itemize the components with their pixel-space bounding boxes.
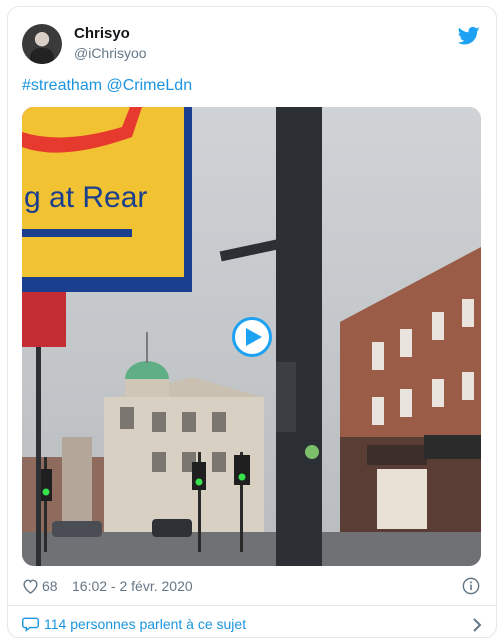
sign-text: g at Rear xyxy=(24,181,147,214)
timestamp-link[interactable]: 16:02 - 2 févr. 2020 xyxy=(72,578,193,594)
conversation-text[interactable]: 114 personnes parlent à ce sujet xyxy=(44,616,246,632)
info-icon[interactable] xyxy=(462,577,480,595)
play-button[interactable] xyxy=(232,317,272,357)
user-handle[interactable]: @iChrisyoo xyxy=(74,45,147,61)
display-name[interactable]: Chrisyo xyxy=(74,25,130,42)
conversation-link[interactable]: 114 personnes parlent à ce sujet xyxy=(22,615,484,635)
avatar[interactable] xyxy=(22,24,62,64)
speech-bubble-icon xyxy=(22,617,39,632)
tweet-meta: 68 16:02 - 2 févr. 2020 xyxy=(22,577,482,597)
tweet-card: Chrisyo @iChrisyoo #streatham @CrimeLdn xyxy=(7,6,497,638)
tweet-text: #streatham @CrimeLdn xyxy=(22,77,192,95)
like-count[interactable]: 68 xyxy=(42,578,58,594)
mention-link[interactable]: @CrimeLdn xyxy=(107,77,193,94)
hashtag-link[interactable]: #streatham xyxy=(22,77,102,94)
twitter-bird-icon[interactable] xyxy=(458,26,480,46)
heart-icon[interactable] xyxy=(22,578,39,594)
video-thumbnail[interactable]: g at Rear xyxy=(22,107,481,566)
chevron-right-icon[interactable] xyxy=(472,617,482,633)
divider xyxy=(8,605,496,606)
play-icon xyxy=(246,328,262,346)
tweet-header: Chrisyo @iChrisyoo xyxy=(22,22,482,66)
